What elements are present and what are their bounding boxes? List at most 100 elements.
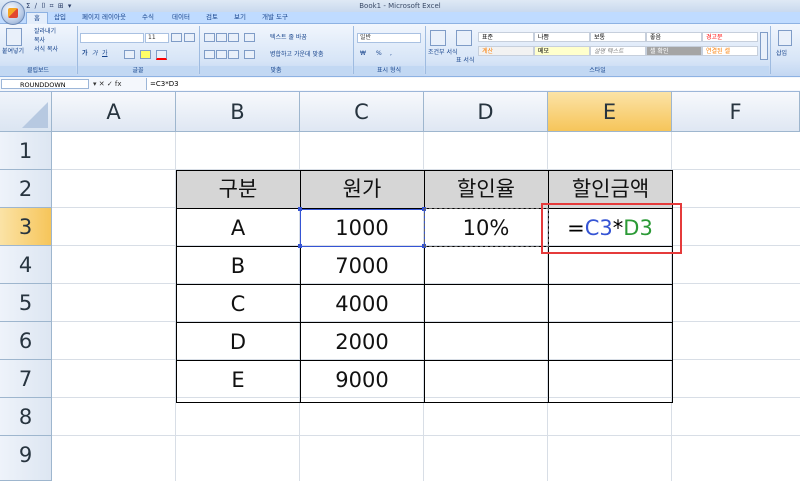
cell-d3[interactable]: 10% (424, 209, 548, 247)
column-header-a[interactable]: A (52, 92, 176, 132)
conditional-format-icon[interactable] (430, 30, 446, 46)
column-header-f[interactable]: F (672, 92, 800, 132)
cell-c4[interactable]: 7000 (300, 247, 424, 285)
tab-review[interactable]: 검토 (200, 12, 224, 23)
align-left-icon[interactable] (204, 50, 215, 59)
row-header-1[interactable]: 1 (0, 132, 52, 170)
wrap-text-button[interactable]: 텍스트 줄 바꿈 (270, 34, 307, 42)
table-format-button[interactable]: 표 서식 (456, 57, 474, 65)
select-all-corner[interactable] (0, 92, 52, 132)
cell-b7[interactable]: E (176, 361, 300, 399)
style-cell-label: 설명 텍스트 (594, 48, 624, 55)
font-size-box[interactable]: 11 (145, 33, 169, 43)
conditional-format-button[interactable]: 조건부 서식 (428, 49, 458, 57)
style-cell-label: 계산 (482, 48, 494, 55)
quick-access-toolbar[interactable]: Σ ∕ ⌷ ⌗ ⊞ ▾ (26, 1, 72, 11)
reference-handle[interactable] (298, 244, 302, 248)
table-line (176, 284, 673, 285)
reference-handle[interactable] (422, 244, 426, 248)
currency-button[interactable]: ₩ (360, 50, 366, 58)
paste-icon[interactable] (6, 28, 22, 46)
style-cell[interactable]: 경고문 (702, 32, 758, 42)
row-header-9[interactable]: 9 (0, 436, 52, 481)
style-cell[interactable]: 계산 (478, 46, 534, 56)
tab-developer[interactable]: 개발 도구 (256, 12, 294, 23)
tab-insert[interactable]: 삽입 (48, 12, 72, 23)
cell-c2[interactable]: 원가 (300, 170, 424, 208)
column-header-d[interactable]: D (424, 92, 548, 132)
style-cell-label: 연결된 셀 (706, 48, 730, 55)
column-header-b[interactable]: B (176, 92, 300, 132)
insert-cells-icon[interactable] (778, 30, 792, 46)
style-cell[interactable]: 연결된 셀 (702, 46, 758, 56)
formula-buttons[interactable]: ▾ ✕ ✓ fx (93, 79, 143, 89)
row-header-5[interactable]: 5 (0, 284, 52, 322)
cell-d2[interactable]: 할인율 (424, 170, 548, 208)
merge-center-button[interactable]: 병합하고 가운데 맞춤 (270, 51, 324, 59)
align-right-icon[interactable] (228, 50, 239, 59)
style-cell[interactable]: 나쁨 (534, 32, 590, 42)
cell-c3[interactable]: 1000 (300, 209, 424, 247)
cell-e3-editing[interactable]: =C3*D3 (548, 209, 672, 247)
row-header-3[interactable]: 3 (0, 208, 52, 246)
comma-button[interactable]: , (390, 50, 392, 58)
align-bottom-icon[interactable] (228, 33, 239, 42)
cell-c5[interactable]: 4000 (300, 285, 424, 323)
font-color-icon[interactable] (156, 50, 167, 60)
format-painter-button[interactable]: 서식 복사 (34, 46, 58, 54)
italic-button[interactable]: 가 (92, 50, 98, 58)
name-box[interactable]: ROUNDDOWN (1, 79, 89, 89)
tab-view[interactable]: 보기 (228, 12, 252, 23)
number-format-box[interactable]: 일반 (357, 33, 421, 43)
tab-data[interactable]: 데이터 (166, 12, 196, 23)
style-cell[interactable]: 메모 (534, 46, 590, 56)
style-cell[interactable]: 설명 텍스트 (590, 46, 646, 56)
tab-page-layout[interactable]: 페이지 레이아웃 (76, 12, 132, 23)
row-header-2[interactable]: 2 (0, 170, 52, 208)
font-name-box[interactable] (80, 33, 144, 43)
cell-b6[interactable]: D (176, 323, 300, 361)
cell-b5[interactable]: C (176, 285, 300, 323)
row-header-8[interactable]: 8 (0, 398, 52, 436)
border-icon[interactable] (124, 50, 135, 59)
cell-b4[interactable]: B (176, 247, 300, 285)
style-cell[interactable]: 표준 (478, 32, 534, 42)
column-header-e[interactable]: E (548, 92, 672, 132)
tab-formulas[interactable]: 수식 (136, 12, 160, 23)
column-header-c[interactable]: C (300, 92, 424, 132)
cell-e2[interactable]: 할인금액 (548, 170, 673, 208)
indent-icon[interactable] (244, 50, 255, 59)
copy-button[interactable]: 복사 (34, 37, 45, 45)
align-center-icon[interactable] (216, 50, 227, 59)
office-button[interactable] (1, 1, 25, 25)
paste-button[interactable]: 붙여넣기 (2, 48, 24, 56)
style-cell[interactable]: 셀 확인 (646, 46, 702, 56)
shrink-font-icon[interactable] (184, 33, 195, 42)
cell-c7[interactable]: 9000 (300, 361, 424, 399)
reference-handle[interactable] (422, 207, 426, 211)
row-header-6[interactable]: 6 (0, 322, 52, 360)
align-middle-icon[interactable] (216, 33, 227, 42)
tab-home[interactable]: 홈 (26, 12, 48, 24)
underline-button[interactable]: 가 (102, 50, 108, 58)
align-top-icon[interactable] (204, 33, 215, 42)
cell-b2[interactable]: 구분 (176, 170, 300, 208)
style-cell[interactable]: 보통 (590, 32, 646, 42)
styles-scroll-icon[interactable] (760, 32, 768, 60)
cell-c6[interactable]: 2000 (300, 323, 424, 361)
grow-font-icon[interactable] (171, 33, 182, 42)
reference-handle[interactable] (298, 207, 302, 211)
insert-cells-button[interactable]: 삽입 (776, 50, 787, 58)
cut-button[interactable]: 잘라내기 (34, 28, 56, 36)
cell-b3[interactable]: A (176, 209, 300, 247)
style-cell[interactable]: 좋음 (646, 32, 702, 42)
row-header-4[interactable]: 4 (0, 246, 52, 284)
row-header-7[interactable]: 7 (0, 360, 52, 398)
bold-button[interactable]: 가 (82, 50, 88, 58)
table-format-icon[interactable] (456, 30, 472, 46)
fill-color-icon[interactable] (140, 50, 151, 59)
percent-button[interactable]: % (376, 50, 382, 58)
formula-input[interactable]: =C3*D3 (146, 78, 800, 90)
orientation-icon[interactable] (244, 33, 255, 42)
group-separator (770, 26, 771, 74)
